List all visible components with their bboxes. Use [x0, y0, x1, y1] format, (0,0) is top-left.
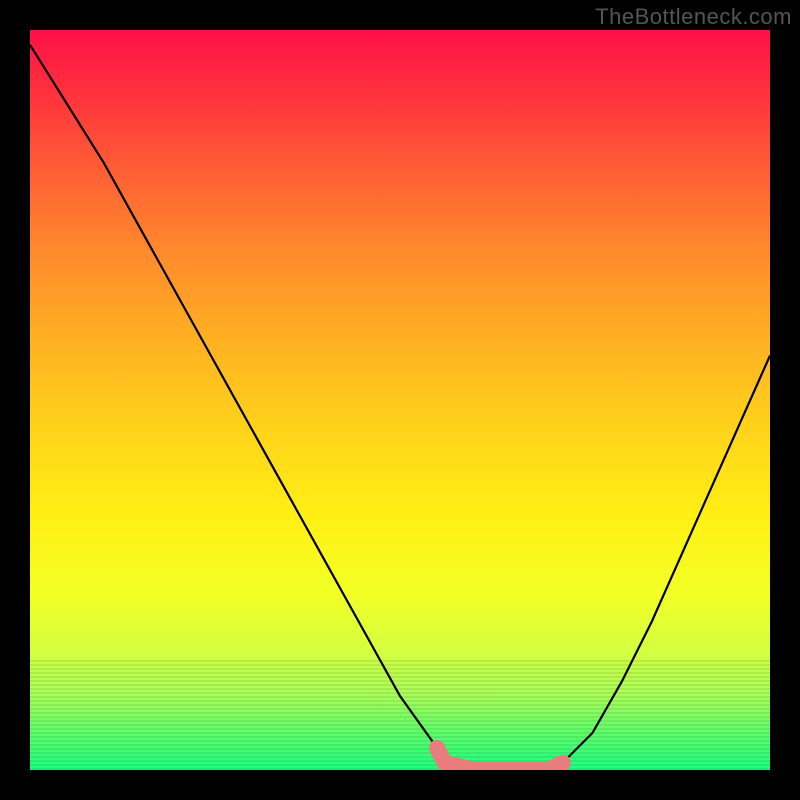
bottleneck-curve	[30, 45, 770, 770]
watermark-text: TheBottleneck.com	[595, 4, 792, 30]
chart-svg-layer	[30, 30, 770, 770]
marker-band	[437, 748, 563, 770]
chart-plot-area	[30, 30, 770, 770]
